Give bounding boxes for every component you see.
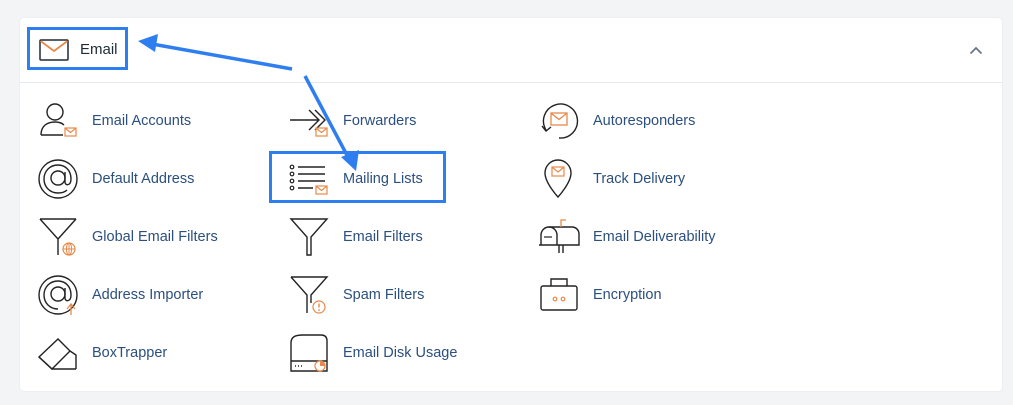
item-email-accounts[interactable]: Email Accounts <box>36 99 191 143</box>
funnel-globe-icon <box>39 218 77 256</box>
funnel-icon <box>289 218 329 256</box>
envelope-icon <box>39 39 69 61</box>
item-label: Global Email Filters <box>92 229 218 245</box>
item-mailing-lists[interactable]: Mailing Lists <box>287 157 423 201</box>
item-encryption[interactable]: Encryption <box>537 273 662 317</box>
item-label: Address Importer <box>92 287 204 303</box>
item-label: Email Filters <box>343 229 423 245</box>
item-email-disk-usage[interactable]: Email Disk Usage <box>287 331 457 375</box>
box-trap-icon <box>37 338 77 370</box>
email-section-panel: Email <box>20 18 1002 391</box>
item-spam-filters[interactable]: Spam Filters <box>287 273 424 317</box>
item-track-delivery[interactable]: Track Delivery <box>537 157 685 201</box>
item-global-email-filters[interactable]: Global Email Filters <box>36 215 218 259</box>
item-default-address[interactable]: Default Address <box>36 157 194 201</box>
at-sign-icon <box>38 159 78 199</box>
item-label: Email Disk Usage <box>343 345 458 361</box>
chevron-up-icon[interactable] <box>966 40 986 60</box>
item-label: BoxTrapper <box>92 345 168 361</box>
item-label: Spam Filters <box>343 287 425 303</box>
autoresponder-icon <box>541 103 579 139</box>
item-forwarders[interactable]: Forwarders <box>287 99 416 143</box>
item-address-importer[interactable]: Address Importer <box>36 273 203 317</box>
item-label: Email Accounts <box>92 113 192 129</box>
section-header[interactable]: Email <box>20 18 1002 83</box>
item-label: Mailing Lists <box>343 171 423 187</box>
disk-usage-icon <box>290 334 328 372</box>
at-upload-icon <box>38 275 78 315</box>
item-email-deliverability[interactable]: Email Deliverability <box>537 215 715 259</box>
item-boxtrapper[interactable]: BoxTrapper <box>36 331 167 375</box>
section-title: Email <box>80 41 118 58</box>
briefcase-icon <box>540 278 578 311</box>
location-pin-icon <box>544 159 572 199</box>
item-label: Encryption <box>593 287 662 303</box>
item-label: Forwarders <box>343 113 417 129</box>
funnel-warning-icon <box>290 276 329 314</box>
section-title-highlight: Email <box>27 27 128 70</box>
item-email-filters[interactable]: Email Filters <box>287 215 423 259</box>
list-envelope-icon <box>289 164 328 195</box>
item-label: Track Delivery <box>593 171 686 187</box>
item-label: Autoresponders <box>593 113 696 129</box>
user-envelope-icon <box>40 103 77 137</box>
item-label: Default Address <box>92 171 195 187</box>
item-label: Email Deliverability <box>593 229 716 245</box>
forward-arrow-icon <box>290 109 328 137</box>
mailbox-icon <box>539 219 580 253</box>
item-autoresponders[interactable]: Autoresponders <box>537 99 695 143</box>
